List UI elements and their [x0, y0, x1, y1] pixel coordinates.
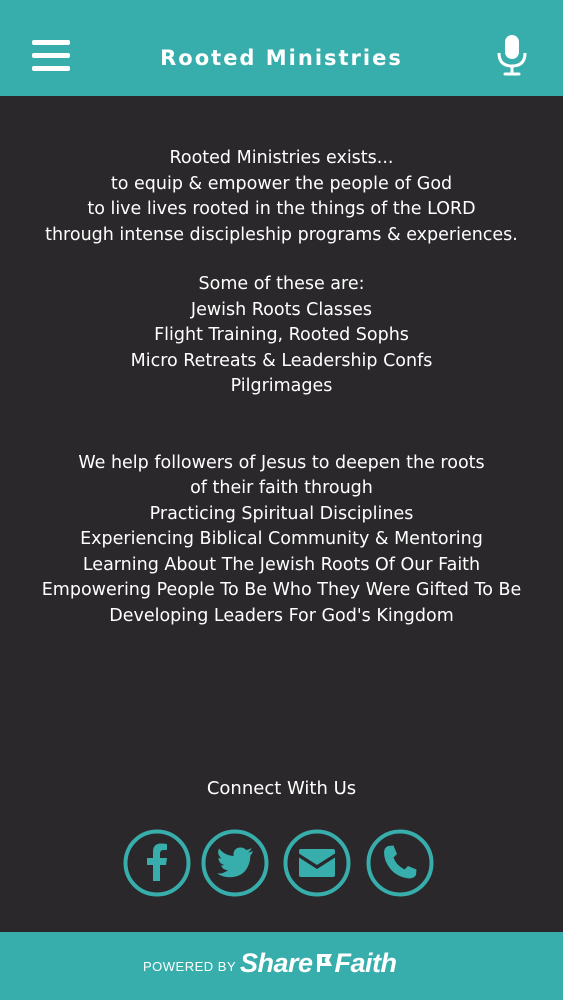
- connect-heading: Connect With Us: [206, 778, 357, 799]
- intro-line: to equip & empower the people of God: [110, 173, 453, 194]
- email-icon: [283, 829, 351, 897]
- email-button[interactable]: [283, 829, 351, 897]
- help-line: Learning About The Jewish Roots Of Our F…: [82, 554, 481, 575]
- help-line: Developing Leaders For God's Kingdom: [109, 605, 454, 626]
- phone-button[interactable]: [366, 829, 434, 897]
- facebook-icon: [123, 829, 191, 897]
- intro-line: Rooted Ministries exists...: [169, 148, 394, 168]
- flag-icon: [316, 954, 332, 972]
- footer: POWERED BY Share Faith: [0, 932, 563, 1000]
- intro-line: to live lives rooted in the things of th…: [87, 199, 476, 219]
- help-line: We help followers of Jesus to deepen the…: [78, 452, 485, 473]
- help-line: Empowering People To Be Who They Were Gi…: [41, 580, 522, 600]
- programs-line: Pilgrimages: [230, 376, 333, 396]
- phone-icon: [366, 829, 434, 897]
- twitter-button[interactable]: [201, 829, 269, 897]
- facebook-button[interactable]: [123, 829, 191, 897]
- programs-line: Micro Retreats & Leadership Confs: [130, 350, 433, 371]
- help-text: We help followers of Jesus to deepen the…: [0, 451, 563, 630]
- programs-line: Flight Training, Rooted Sophs: [154, 325, 409, 345]
- help-line: of their faith through: [190, 478, 373, 498]
- twitter-icon: [201, 829, 269, 897]
- page-title: Rooted Ministries: [160, 46, 403, 70]
- menu-icon: [32, 40, 70, 45]
- programs-text: Some of these are: Jewish Roots Classes …: [0, 272, 563, 400]
- app-header: Rooted Ministries: [0, 0, 563, 96]
- intro-text: Rooted Ministries exists... to equip & e…: [0, 146, 563, 248]
- brand-left: Share: [240, 948, 313, 978]
- programs-line: Jewish Roots Classes: [190, 299, 373, 320]
- help-line: Practicing Spiritual Disciplines: [149, 503, 414, 524]
- microphone-button[interactable]: [496, 34, 528, 76]
- help-line: Experiencing Biblical Community & Mentor…: [80, 529, 483, 549]
- programs-line: Some of these are:: [198, 274, 365, 294]
- powered-by-label: POWERED BY: [143, 959, 237, 974]
- main-content: Rooted Ministries exists... to equip & e…: [0, 146, 563, 629]
- sharefaith-logo[interactable]: Share Faith: [240, 948, 397, 979]
- microphone-icon: [497, 35, 527, 76]
- brand-right: Faith: [334, 948, 398, 978]
- intro-line: through intense discipleship programs & …: [45, 224, 518, 245]
